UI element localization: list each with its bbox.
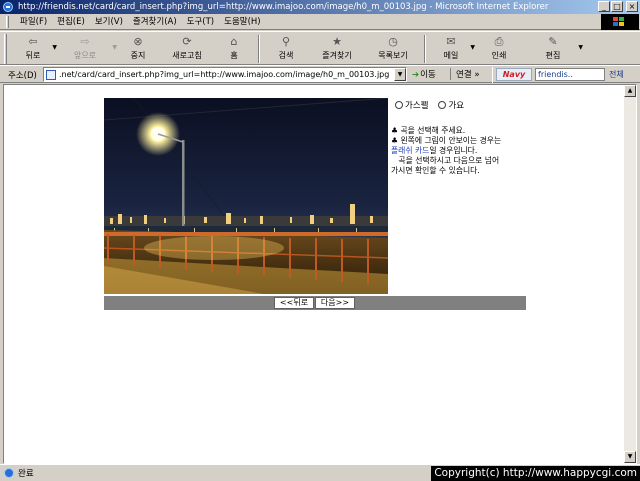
address-label: 주소(D) xyxy=(8,71,37,81)
browser-window: http://friendis.net/card/card_insert.php… xyxy=(0,0,640,481)
genre-options: 가스펠 가요 xyxy=(395,99,470,111)
navy-logo[interactable]: Navy xyxy=(496,68,532,81)
refresh-button[interactable]: ⟳ 새로고침 xyxy=(161,32,213,64)
toolbar-separator xyxy=(258,35,260,63)
toolbar-separator xyxy=(424,35,426,63)
flash-card-link[interactable]: 플래쉬 카드 xyxy=(391,146,429,155)
go-label: 이동 xyxy=(420,70,436,80)
menu-file[interactable]: 파일(F) xyxy=(15,15,52,29)
copyright-notice: Copyright(c) http://www.happycgi.com xyxy=(431,466,640,481)
forward-label: 앞으로 xyxy=(73,51,97,60)
window-controls: _ □ × xyxy=(598,1,638,12)
home-button[interactable]: ⌂ 홈 xyxy=(213,32,255,64)
favorites-label: 즐겨찾기 xyxy=(322,51,352,60)
genre-kpop-label: 가요 xyxy=(448,101,465,111)
history-label: 목록보기 xyxy=(378,51,408,60)
menu-favorites[interactable]: 즐겨찾기(A) xyxy=(128,15,182,29)
menu-tools[interactable]: 도구(T) xyxy=(182,15,219,29)
navy-search-input[interactable]: friendis.. xyxy=(535,68,605,81)
page-viewport: 가스펠 가요 ♣ 곡을 선택해 주세요. ♣ 왼쪽에 그림이 안보이는 경우는 … xyxy=(3,84,637,464)
mail-icon: ✉ xyxy=(446,35,456,48)
favorites-button[interactable]: ★ 즐겨찾기 xyxy=(309,32,365,64)
minimize-button[interactable]: _ xyxy=(598,1,610,12)
night-bridge-photo xyxy=(104,98,388,294)
instructions-text: ♣ 곡을 선택해 주세요. ♣ 왼쪽에 그림이 안보이는 경우는 플래쉬 카드일… xyxy=(391,126,541,176)
edit-button[interactable]: ✎ 편집 ▼ xyxy=(525,32,583,64)
go-arrow-icon: ➔ xyxy=(412,70,420,80)
favorites-icon: ★ xyxy=(332,35,342,48)
menu-help[interactable]: 도움말(H) xyxy=(219,15,265,29)
print-label: 인쇄 xyxy=(491,51,507,60)
window-title: http://friendis.net/card/card_insert.php… xyxy=(18,2,549,12)
genre-gospel-label: 가스펠 xyxy=(405,101,429,111)
title-bar: http://friendis.net/card/card_insert.php… xyxy=(0,0,640,14)
go-button[interactable]: ➔이동 xyxy=(412,68,436,80)
instruction-line-text: 일 경우입니다. xyxy=(429,146,478,155)
home-icon: ⌂ xyxy=(230,35,238,48)
address-url[interactable]: .net/card/card_insert.php?img_url=http:/… xyxy=(59,69,389,81)
menu-view[interactable]: 보기(V) xyxy=(90,15,128,29)
scroll-up-icon[interactable]: ▲ xyxy=(624,85,636,97)
navy-toolbar: Navy friendis.. 전체 xyxy=(492,67,638,83)
standard-toolbar: ⇦ 뒤로 ▼ ⇨ 앞으로 ▼ ⊗ 중지 ⟳ 새로고침 ⌂ 홈 ⚲ 검색 ★ 즐겨… xyxy=(0,31,640,65)
history-icon: ◷ xyxy=(388,35,398,48)
instruction-line: ♣ 곡을 선택해 주세요. xyxy=(391,126,466,135)
toolbar-grip[interactable] xyxy=(4,34,7,64)
back-button[interactable]: ⇦ 뒤로 ▼ xyxy=(11,32,57,64)
stop-label: 중지 xyxy=(130,51,146,60)
address-dropdown-icon[interactable]: ▼ xyxy=(394,68,406,81)
radio-gospel[interactable] xyxy=(395,101,403,109)
back-step-button[interactable]: <<뒤로 xyxy=(274,297,314,309)
maximize-button[interactable]: □ xyxy=(611,1,623,12)
scroll-down-icon[interactable]: ▼ xyxy=(624,451,636,463)
print-button[interactable]: ⎙ 인쇄 xyxy=(473,32,525,64)
address-bar: 주소(D) .net/card/card_insert.php?img_url=… xyxy=(0,65,640,83)
mail-button[interactable]: ✉ 메일 ▼ xyxy=(429,32,475,64)
refresh-label: 새로고침 xyxy=(172,51,202,60)
edit-label: 편집 xyxy=(545,51,561,60)
menu-grip[interactable] xyxy=(6,15,9,28)
instruction-line: ♣ 왼쪽에 그림이 안보이는 경우는 xyxy=(391,136,502,145)
home-label: 홈 xyxy=(230,51,238,60)
search-button[interactable]: ⚲ 검색 xyxy=(263,32,309,64)
back-label: 뒤로 xyxy=(25,51,41,60)
status-text: 완료 xyxy=(18,469,34,479)
forward-button[interactable]: ⇨ 앞으로 ▼ xyxy=(55,32,117,64)
stop-button[interactable]: ⊗ 중지 xyxy=(115,32,161,64)
radio-kpop[interactable] xyxy=(438,101,447,109)
genre-option-gospel[interactable]: 가스펠 xyxy=(395,99,428,111)
navy-all-button[interactable]: 전체 xyxy=(609,69,624,80)
status-bar: 완료 Copyright(c) http://www.happycgi.com xyxy=(0,464,640,481)
vertical-scrollbar[interactable]: ▲ ▼ xyxy=(624,85,636,463)
back-arrow-icon: ⇦ xyxy=(28,35,38,48)
forward-arrow-icon: ⇨ xyxy=(80,35,90,48)
windows-flag-icon xyxy=(613,17,625,27)
card-image xyxy=(104,98,388,294)
instruction-line: 가시면 확인할 수 있습니다. xyxy=(391,166,480,175)
edit-icon: ✎ xyxy=(548,35,558,48)
edit-dropdown-icon[interactable]: ▼ xyxy=(578,44,583,51)
print-icon: ⎙ xyxy=(494,35,504,48)
windows-logo xyxy=(601,14,639,30)
stop-icon: ⊗ xyxy=(133,35,143,48)
genre-option-kpop[interactable]: 가요 xyxy=(438,99,464,111)
ie-icon xyxy=(3,2,13,12)
history-button[interactable]: ◷ 목록보기 xyxy=(365,32,421,64)
instruction-line: 곡을 선택하시고 다음으로 넘어 xyxy=(391,156,500,165)
refresh-icon: ⟳ xyxy=(182,35,192,48)
mail-label: 메일 xyxy=(443,51,459,60)
search-label: 검색 xyxy=(278,51,294,60)
instruction-line: 플래쉬 카드일 경우입니다. xyxy=(391,146,541,156)
next-step-button[interactable]: 다음>> xyxy=(315,297,355,309)
page-icon xyxy=(46,70,56,80)
close-button[interactable]: × xyxy=(626,1,638,12)
search-icon: ⚲ xyxy=(281,35,291,48)
page-status-icon xyxy=(4,468,14,478)
links-button[interactable]: 연결 » xyxy=(450,68,480,80)
menu-edit[interactable]: 편집(E) xyxy=(52,15,90,29)
menu-bar: 파일(F) 편집(E) 보기(V) 즐겨찾기(A) 도구(T) 도움말(H) xyxy=(0,14,640,30)
address-input[interactable]: .net/card/card_insert.php?img_url=http:/… xyxy=(43,67,407,82)
card-nav-strip: <<뒤로 다음>> xyxy=(104,296,526,310)
